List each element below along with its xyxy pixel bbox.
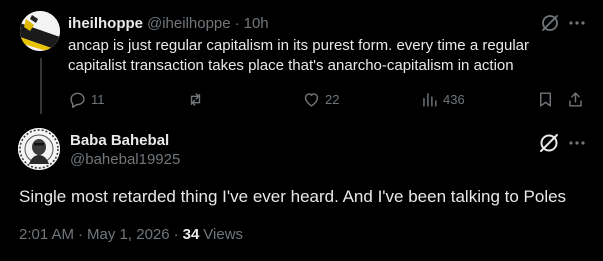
header-separator: ·	[234, 14, 240, 32]
bookmark-button[interactable]	[536, 88, 555, 110]
main-tweet-meta: 2:01 AM · May 1, 2026 · 34 Views	[19, 226, 243, 243]
main-handle[interactable]: @bahebal19925	[70, 151, 180, 168]
like-button[interactable]: 22	[302, 88, 339, 110]
main-tweet-text: Single most retarded thing I've ever hea…	[19, 187, 567, 206]
main-avatar[interactable]	[18, 128, 60, 170]
thread-connector-line	[40, 58, 42, 114]
main-views-label: Views	[203, 226, 244, 243]
share-button[interactable]	[566, 88, 585, 110]
like-icon	[304, 92, 319, 107]
parent-tweet-text: ancap is just regular capitalism in its …	[68, 37, 530, 74]
more-icon[interactable]	[566, 13, 588, 33]
reply-count: 11	[91, 91, 105, 107]
reply-button[interactable]: 11	[68, 88, 105, 110]
parent-tweet[interactable]: iheilhoppe @iheilhoppe · 10h ancap is ju…	[0, 0, 603, 115]
meta-separator: ·	[173, 226, 179, 243]
parent-timestamp[interactable]: 10h	[244, 15, 269, 32]
main-views-count[interactable]: 34	[183, 226, 200, 243]
repost-button[interactable]	[186, 88, 209, 110]
parent-tweet-header: iheilhoppe @iheilhoppe · 10h	[68, 13, 269, 33]
grok-icon[interactable]	[538, 132, 560, 154]
repost-icon	[190, 92, 201, 106]
parent-handle[interactable]: @iheilhoppe	[147, 15, 231, 32]
like-count: 22	[325, 91, 340, 107]
parent-display-name[interactable]: iheilhoppe	[68, 15, 143, 32]
main-date[interactable]: May 1, 2026	[87, 226, 170, 243]
bookmark-icon	[540, 91, 551, 107]
share-icon	[569, 91, 582, 107]
grok-icon[interactable]	[540, 13, 560, 33]
reply-icon	[70, 92, 85, 108]
parent-action-bar: 11 22 436	[60, 88, 600, 110]
tweet-thread: iheilhoppe @iheilhoppe · 10h ancap is ju…	[0, 0, 603, 261]
views-icon	[423, 92, 437, 107]
main-display-name[interactable]: Baba Bahebal	[70, 132, 169, 149]
parent-avatar[interactable]	[20, 11, 60, 51]
main-time[interactable]: 2:01 AM	[19, 226, 74, 243]
views-button[interactable]: 436	[420, 88, 465, 110]
more-icon[interactable]	[566, 133, 588, 153]
meta-separator: ·	[78, 226, 84, 243]
views-count: 436	[443, 91, 465, 107]
